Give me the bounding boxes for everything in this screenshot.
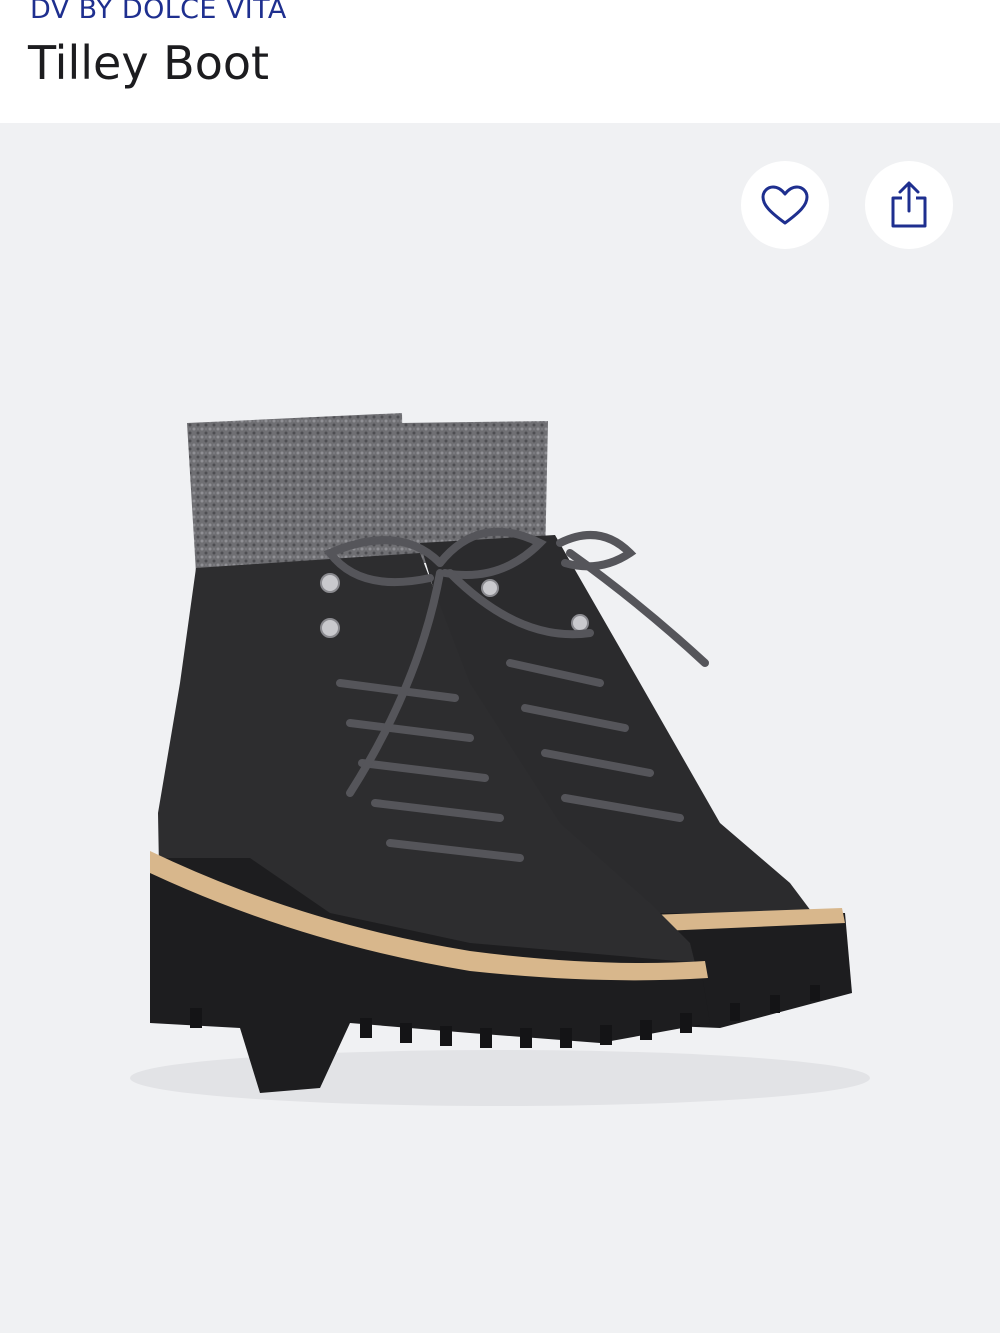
share-icon: [891, 181, 927, 228]
share-button[interactable]: [865, 161, 953, 249]
heart-icon: [761, 185, 809, 225]
product-photo: [130, 413, 870, 1106]
brand-name[interactable]: DV BY DOLCE VITA: [30, 0, 287, 25]
product-image-gallery[interactable]: [0, 123, 1000, 1333]
product-header: DV BY DOLCE VITA Tilley Boot: [0, 0, 1000, 123]
favorite-button[interactable]: [741, 161, 829, 249]
product-title: Tilley Boot: [28, 36, 270, 90]
